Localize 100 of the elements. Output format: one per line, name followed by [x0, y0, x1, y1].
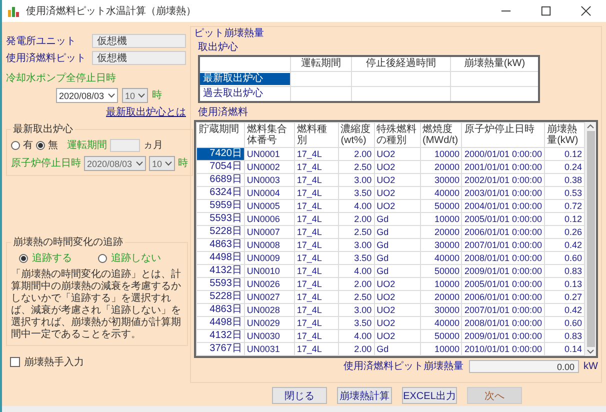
table-cell: 3.50 — [338, 186, 374, 200]
checkbox-label: 崩壊熱手入力 — [24, 356, 84, 369]
table-cell[interactable]: 7054日 — [197, 161, 244, 173]
table-cell: 2006/01/01 0:00:00 — [462, 290, 545, 304]
table-cell: 2005/01/01 0:00:00 — [462, 278, 545, 290]
table-cell: UO2 — [374, 148, 420, 160]
column-header: 燃料集合体番号 — [244, 122, 294, 148]
table-cell[interactable]: 4863日 — [197, 304, 244, 316]
table-cell: 17_4L — [294, 174, 338, 186]
field-label: 原子炉停止日時 — [11, 157, 81, 170]
action-button[interactable]: 崩壊熱計算 — [337, 387, 392, 404]
field-label: 運転期間 — [67, 138, 107, 152]
field-label: 使用済燃料ピット — [6, 52, 87, 64]
checkbox[interactable] — [10, 357, 20, 367]
radio-button[interactable] — [19, 254, 28, 262]
period-field[interactable] — [110, 138, 140, 152]
radio-button[interactable] — [36, 140, 45, 150]
table-cell[interactable]: 5593日 — [197, 278, 244, 290]
table-cell: 17_4L — [294, 148, 338, 160]
table-cell[interactable]: 4132日 — [197, 265, 244, 277]
table-cell: UO2 — [374, 278, 420, 290]
table-cell: 17_4L — [294, 316, 338, 330]
hour-dropdown[interactable]: 10 — [122, 88, 148, 103]
table-cell: 2005/01/01 0:00:00 — [462, 212, 545, 226]
table-cell: 2.00 — [338, 212, 374, 226]
table-cell[interactable]: 4498日 — [197, 317, 244, 329]
table-cell: 17_4L — [294, 290, 338, 304]
table-cell[interactable]: 6689日 — [197, 174, 244, 186]
pit-field[interactable]: 仮想機 — [92, 51, 186, 65]
radio-button[interactable] — [11, 140, 20, 150]
column-header: 燃焼度(MWd/t) — [420, 122, 462, 148]
table-cell: 40000 — [420, 252, 462, 264]
column-header: 燃料種別 — [294, 122, 338, 148]
window-title: 使用済燃料ピット水温計算（崩壊熱） — [26, 4, 197, 18]
table-cell: 4.00 — [338, 264, 374, 278]
table-cell: 10000 — [420, 342, 462, 356]
table-cell: 17_4L — [294, 342, 338, 356]
table-cell: 2.50 — [338, 160, 374, 174]
table-cell[interactable]: 7420日 — [197, 148, 244, 160]
date-picker[interactable]: 2020/08/03 — [56, 88, 118, 103]
table-cell: UN0026 — [244, 278, 294, 290]
table-cell[interactable]: 6324日 — [197, 187, 244, 199]
radio-label: 追跡しない — [111, 252, 161, 265]
row-header[interactable]: 最新取出炉心 — [200, 73, 290, 85]
table-cell: 2.00 — [338, 342, 374, 356]
table-cell: 2009/01/01 0:00:00 — [462, 264, 545, 278]
table-cell: 4.00 — [338, 200, 374, 212]
table-cell: 10000 — [420, 148, 462, 160]
column-header: 停止後経過時間 — [351, 56, 450, 72]
help-link[interactable]: 最新取出炉心とは — [106, 106, 186, 119]
table-cell: 2.00 — [338, 148, 374, 160]
group-title: 最新取出炉心 — [12, 122, 74, 136]
table-cell: UN0027 — [244, 290, 294, 304]
table-cell: 2008/01/01 0:00:00 — [462, 316, 545, 330]
table-cell: 2007/01/01 0:00:00 — [462, 238, 545, 252]
table-cell: UN0004 — [244, 186, 294, 200]
table-cell: UN0002 — [244, 160, 294, 174]
scroll-up-icon[interactable] — [587, 124, 594, 129]
table-cell: 2004/01/01 0:00:00 — [462, 200, 545, 212]
table-cell: Gd — [374, 264, 420, 278]
column-header: 貯蔵期間 — [196, 122, 244, 148]
caret-icon — [136, 161, 143, 166]
radio-button[interactable] — [98, 254, 107, 262]
table-cell[interactable]: 5228日 — [197, 226, 244, 238]
table-cell[interactable]: 5228日 — [197, 291, 244, 303]
table-cell: 50000 — [420, 330, 462, 342]
description-text: 「崩壊熱の時間変化の追跡」とは、計算期間中の崩壊熱の減衰を考慮するかしないかで「追跡する」を選択すれば、減衰が考慮され「追跡しない」を選択すれば、崩壊熱が初期値が計算期間中一定であることを示す。 — [11, 269, 182, 341]
table-cell: 2.50 — [338, 226, 374, 238]
action-button[interactable]: EXCEL出力 — [402, 387, 457, 404]
table-cell: Gd — [374, 226, 420, 238]
table-cell: 50000 — [420, 200, 462, 212]
table-cell: Gd — [374, 252, 420, 264]
table-cell: UN0030 — [244, 330, 294, 342]
unit-field[interactable]: 仮想機 — [92, 34, 186, 48]
table-cell: UO2 — [374, 174, 420, 186]
caret-icon — [108, 93, 115, 98]
table-cell: 2002/01/01 0:00:00 — [462, 174, 545, 186]
table-cell: UO2 — [374, 304, 420, 316]
table-cell: 17_4L — [294, 252, 338, 264]
unit-label: ヵ月 — [143, 139, 163, 152]
table-cell[interactable]: 4132日 — [197, 330, 244, 342]
table-cell[interactable]: 5959日 — [197, 200, 244, 212]
table-cell: 20000 — [420, 290, 462, 304]
table-cell: 17_4L — [294, 200, 338, 212]
table-cell: UN0028 — [244, 304, 294, 316]
scrollbar[interactable] — [585, 122, 596, 356]
table-cell[interactable]: 4863日 — [197, 239, 244, 251]
column-header: 運転期間 — [290, 56, 352, 72]
scroll-down-icon[interactable] — [587, 349, 594, 354]
table-cell: 3.00 — [338, 174, 374, 186]
action-button[interactable]: 閉じる — [272, 387, 327, 404]
row-header[interactable]: 過去取出炉心 — [200, 87, 290, 101]
app-icon — [8, 6, 20, 16]
total-field[interactable]: 0.00 — [468, 360, 579, 373]
table-cell[interactable]: 3767日 — [197, 343, 244, 355]
table-cell: 40000 — [420, 316, 462, 330]
table-cell: Gd — [374, 212, 420, 226]
table-cell[interactable]: 5593日 — [197, 213, 244, 225]
table-cell: 3.00 — [338, 238, 374, 252]
table-cell[interactable]: 4498日 — [197, 252, 244, 264]
